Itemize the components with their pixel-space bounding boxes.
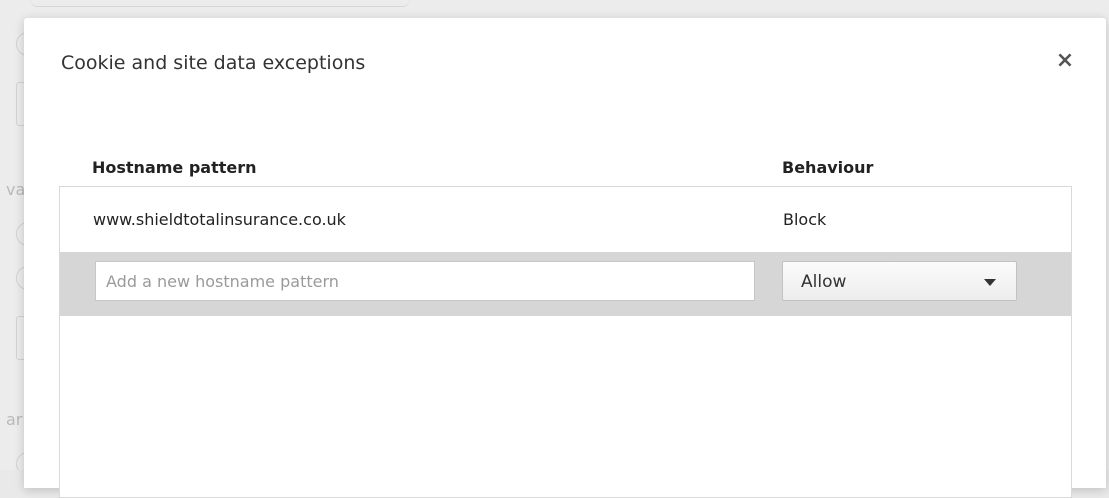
- chevron-down-icon: [984, 279, 996, 286]
- exception-row[interactable]: www.shieldtotalinsurance.co.uk Block: [60, 187, 1071, 251]
- column-header-hostname: Hostname pattern: [92, 158, 257, 177]
- background-section-edge: [30, 0, 410, 7]
- hostname-pattern-input[interactable]: [95, 261, 755, 301]
- exception-behaviour: Block: [783, 210, 827, 229]
- cookie-exceptions-dialog: Cookie and site data exceptions × Hostna…: [24, 18, 1106, 498]
- background-heading-fragment: va: [6, 180, 26, 199]
- behaviour-select-value: Allow: [801, 272, 847, 292]
- background-heading-fragment: ar: [6, 410, 23, 429]
- exceptions-list: www.shieldtotalinsurance.co.uk Block All…: [59, 186, 1072, 498]
- new-exception-row: Allow: [60, 252, 1071, 316]
- exception-hostname: www.shieldtotalinsurance.co.uk: [93, 210, 346, 229]
- close-icon[interactable]: ×: [1054, 50, 1076, 72]
- behaviour-select[interactable]: Allow: [782, 261, 1017, 301]
- column-header-behaviour: Behaviour: [782, 158, 874, 177]
- dialog-title: Cookie and site data exceptions: [61, 52, 366, 74]
